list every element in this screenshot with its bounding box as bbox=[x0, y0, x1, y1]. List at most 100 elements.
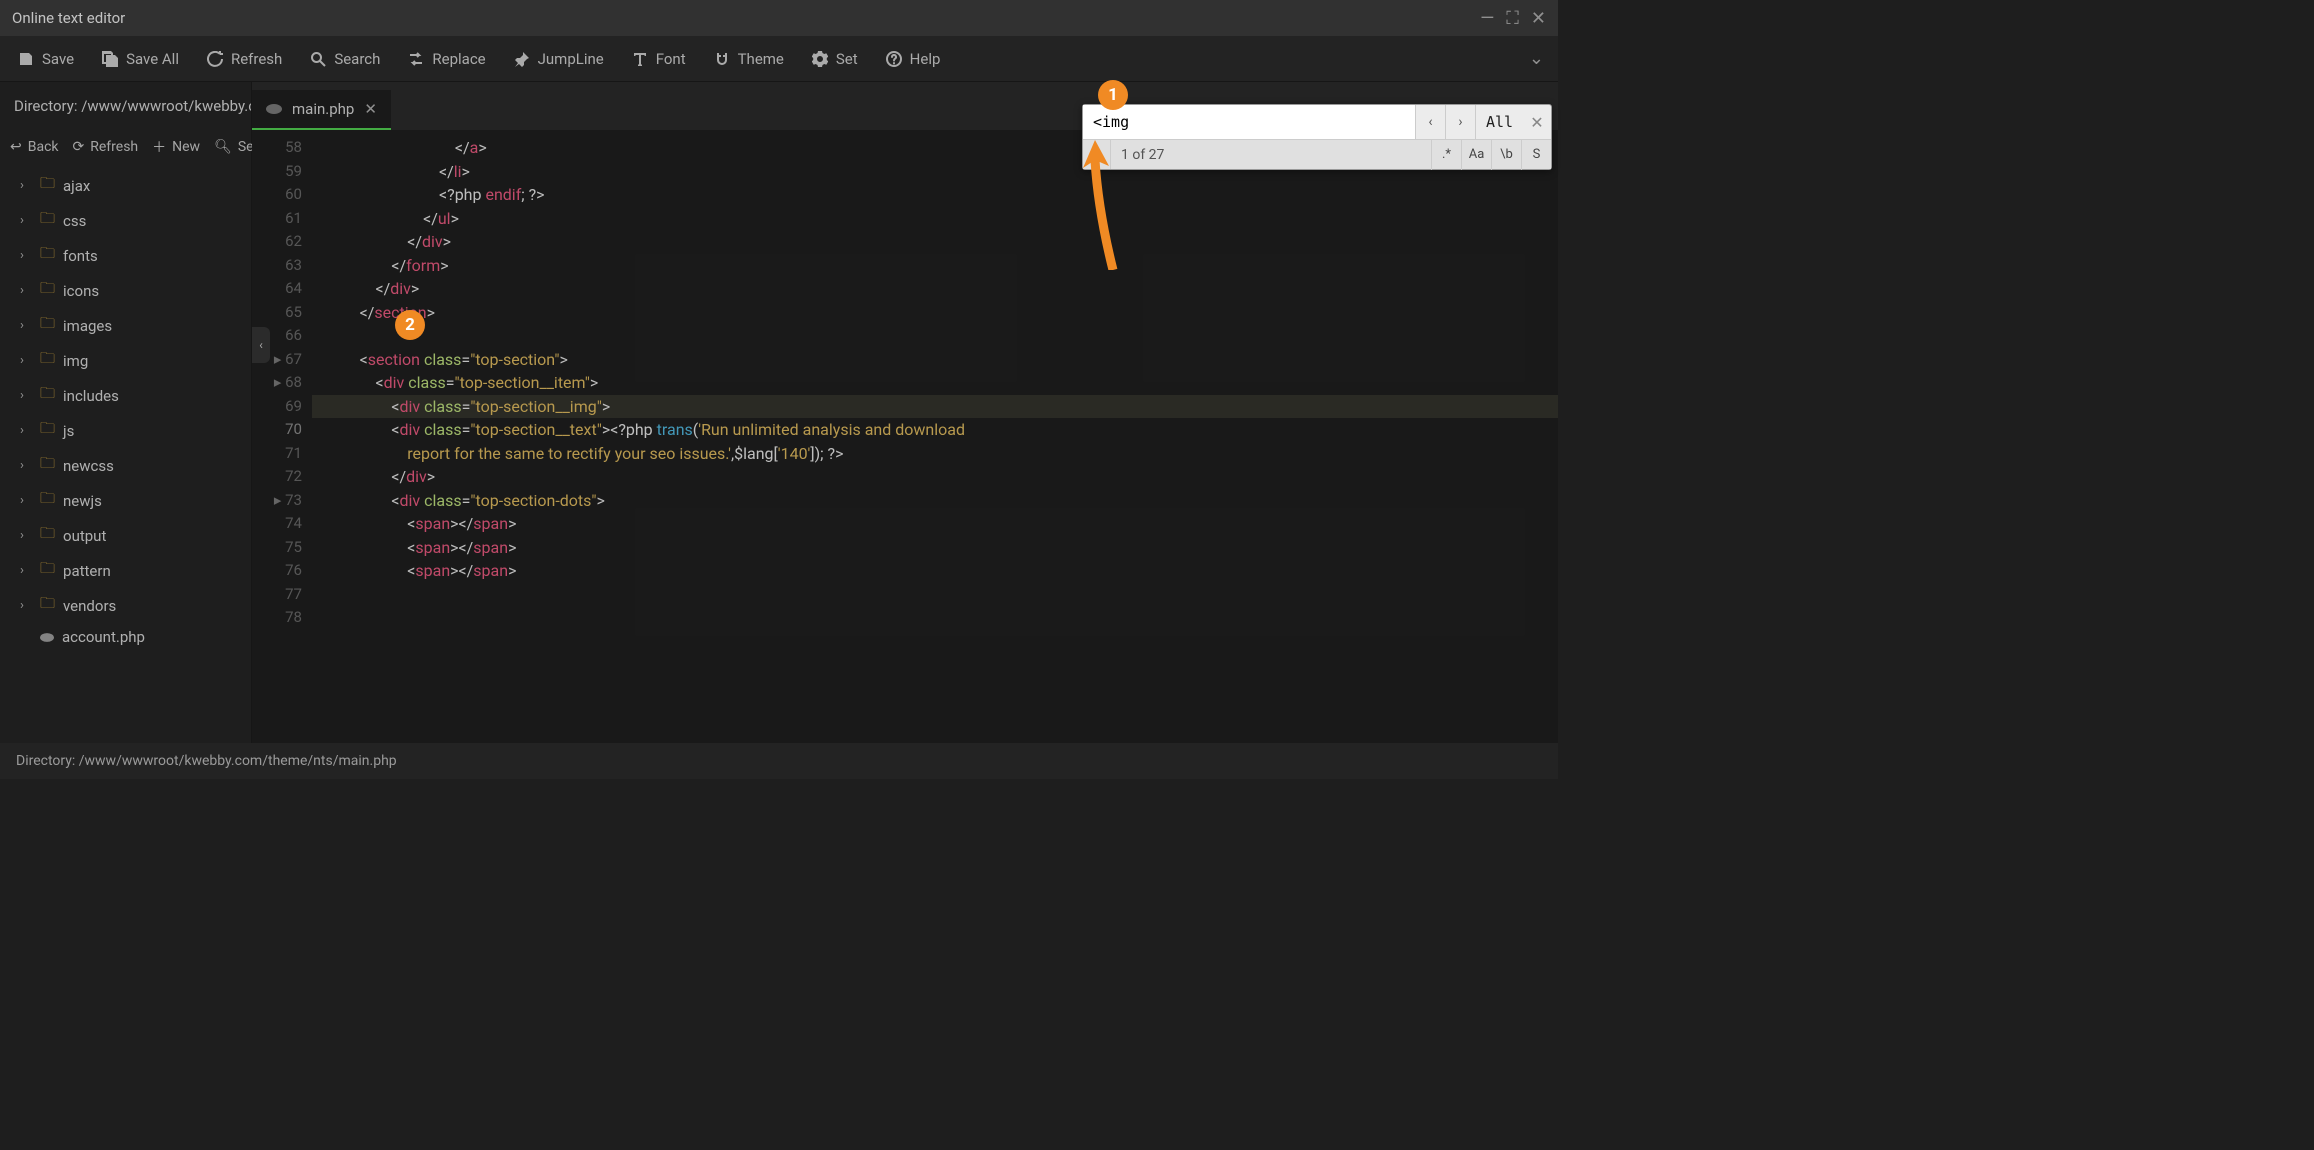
find-panel: ‹ › All ✕ + 1 of 27 .*Aa\bS bbox=[1082, 104, 1552, 170]
tree-item[interactable]: ›🗀pattern bbox=[0, 553, 251, 588]
tab-label: main.php bbox=[292, 100, 354, 118]
search-icon: 🔍︎ bbox=[214, 139, 232, 155]
magnet-icon bbox=[714, 51, 730, 67]
tree-item[interactable]: ›🗀newjs bbox=[0, 483, 251, 518]
find-input[interactable] bbox=[1083, 105, 1415, 139]
new-button[interactable]: ＋New bbox=[152, 137, 200, 157]
annotation-arrow bbox=[1083, 140, 1143, 270]
chevron-right-icon: › bbox=[20, 353, 32, 368]
back-button[interactable]: ↩Back bbox=[10, 139, 59, 155]
set-button[interactable]: Set bbox=[798, 36, 872, 81]
tab-main-php[interactable]: main.php ✕ bbox=[252, 90, 391, 130]
tree-item[interactable]: ›🗀vendors bbox=[0, 588, 251, 623]
save-icon bbox=[18, 51, 34, 67]
search-button[interactable]: Search bbox=[296, 36, 394, 81]
directory-path: Directory: /www/wwwroot/kwebby.com/th... bbox=[0, 82, 251, 130]
chevron-right-icon: › bbox=[20, 528, 32, 543]
tree-item[interactable]: ›🗀fonts bbox=[0, 238, 251, 273]
chevron-down-icon[interactable]: ⌄ bbox=[1529, 48, 1544, 69]
folder-icon: 🗀 bbox=[40, 488, 55, 513]
save-button[interactable]: Save bbox=[4, 36, 88, 81]
code-content[interactable]: </a> </li> <?php endif; ?> </ul> </div> … bbox=[312, 130, 1558, 743]
editor: main.php ✕ ‹ 585960616263646566▸ 67▸ 686… bbox=[252, 82, 1558, 743]
folder-icon: 🗀 bbox=[40, 208, 55, 233]
replace-button[interactable]: Replace bbox=[394, 36, 499, 81]
minimize-icon[interactable]: — bbox=[1480, 8, 1494, 29]
folder-icon: 🗀 bbox=[40, 593, 55, 618]
find-option[interactable]: \b bbox=[1491, 140, 1521, 170]
gear-icon bbox=[812, 51, 828, 67]
chevron-right-icon: › bbox=[20, 178, 32, 193]
tree-item[interactable]: ›🗀includes bbox=[0, 378, 251, 413]
plus-icon: ＋ bbox=[152, 137, 166, 157]
find-option[interactable]: .* bbox=[1431, 140, 1461, 170]
chevron-right-icon: › bbox=[20, 458, 32, 473]
back-icon: ↩ bbox=[10, 139, 22, 155]
statusbar: Directory: /www/wwwroot/kwebby.com/theme… bbox=[0, 743, 1558, 779]
tree-item[interactable]: ›🗀js bbox=[0, 413, 251, 448]
chevron-right-icon: › bbox=[20, 283, 32, 298]
folder-icon: 🗀 bbox=[40, 278, 55, 303]
tree-item[interactable]: ›🗀css bbox=[0, 203, 251, 238]
chevron-right-icon: › bbox=[20, 213, 32, 228]
refresh-button[interactable]: Refresh bbox=[193, 36, 296, 81]
chevron-right-icon: › bbox=[20, 493, 32, 508]
php-icon bbox=[266, 104, 282, 114]
tree-item[interactable]: ›🗀images bbox=[0, 308, 251, 343]
help-icon bbox=[886, 51, 902, 67]
close-icon[interactable]: ✕ bbox=[1531, 8, 1546, 29]
toolbar: Save Save All Refresh Search Replace Jum… bbox=[0, 36, 1558, 82]
replace-icon bbox=[408, 51, 424, 67]
refresh-icon: ⟳ bbox=[73, 139, 85, 155]
tree-item[interactable]: ›🗀newcss bbox=[0, 448, 251, 483]
chevron-right-icon: › bbox=[20, 423, 32, 438]
find-option[interactable]: S bbox=[1521, 140, 1551, 170]
find-option[interactable]: Aa bbox=[1461, 140, 1491, 170]
tree-item[interactable]: ›🗀output bbox=[0, 518, 251, 553]
tree-item[interactable]: ›🗀icons bbox=[0, 273, 251, 308]
tree-item[interactable]: ›🗀ajax bbox=[0, 168, 251, 203]
folder-icon: 🗀 bbox=[40, 173, 55, 198]
search-icon bbox=[310, 51, 326, 67]
maximize-icon[interactable]: ⛶ bbox=[1506, 8, 1519, 29]
find-close-icon[interactable]: ✕ bbox=[1523, 105, 1551, 139]
folder-icon: 🗀 bbox=[40, 383, 55, 408]
chevron-right-icon: › bbox=[20, 598, 32, 613]
sidebar: Directory: /www/wwwroot/kwebby.com/th...… bbox=[0, 82, 252, 743]
find-count: 1 of 27 bbox=[1111, 147, 1431, 163]
annotation-badge-2: 2 bbox=[395, 310, 425, 340]
tab-close-icon[interactable]: ✕ bbox=[364, 100, 377, 118]
save-all-icon bbox=[102, 51, 118, 67]
folder-icon: 🗀 bbox=[40, 453, 55, 478]
window-titlebar: Online text editor — ⛶ ✕ bbox=[0, 0, 1558, 36]
collapse-sidebar-handle[interactable]: ‹ bbox=[252, 327, 270, 363]
file-tree[interactable]: ›🗀ajax›🗀css›🗀fonts›🗀icons›🗀images›🗀img›🗀… bbox=[0, 164, 251, 743]
chevron-right-icon: › bbox=[20, 318, 32, 333]
chevron-right-icon: › bbox=[20, 248, 32, 263]
jumpline-button[interactable]: JumpLine bbox=[500, 36, 618, 81]
folder-icon: 🗀 bbox=[40, 523, 55, 548]
pin-icon bbox=[514, 51, 530, 67]
tree-item[interactable]: ›🗀img bbox=[0, 343, 251, 378]
theme-button[interactable]: Theme bbox=[700, 36, 798, 81]
annotation-badge-1: 1 bbox=[1098, 80, 1128, 110]
find-next-button[interactable]: › bbox=[1445, 105, 1475, 139]
find-prev-button[interactable]: ‹ bbox=[1415, 105, 1445, 139]
help-button[interactable]: Help bbox=[872, 36, 955, 81]
folder-icon: 🗀 bbox=[40, 558, 55, 583]
find-all-button[interactable]: All bbox=[1475, 105, 1523, 139]
save-all-button[interactable]: Save All bbox=[88, 36, 193, 81]
sidebar-refresh-button[interactable]: ⟳Refresh bbox=[73, 139, 139, 155]
folder-icon: 🗀 bbox=[40, 418, 55, 443]
folder-icon: 🗀 bbox=[40, 348, 55, 373]
folder-icon: 🗀 bbox=[40, 243, 55, 268]
font-icon bbox=[632, 51, 648, 67]
chevron-right-icon: › bbox=[20, 563, 32, 578]
refresh-icon bbox=[207, 51, 223, 67]
font-button[interactable]: Font bbox=[618, 36, 700, 81]
line-numbers: 585960616263646566▸ 67▸ 6869707172▸ 7374… bbox=[252, 130, 312, 743]
chevron-right-icon: › bbox=[20, 388, 32, 403]
folder-icon: 🗀 bbox=[40, 313, 55, 338]
tree-item[interactable]: account.php bbox=[0, 623, 251, 651]
php-file-icon bbox=[40, 633, 54, 642]
